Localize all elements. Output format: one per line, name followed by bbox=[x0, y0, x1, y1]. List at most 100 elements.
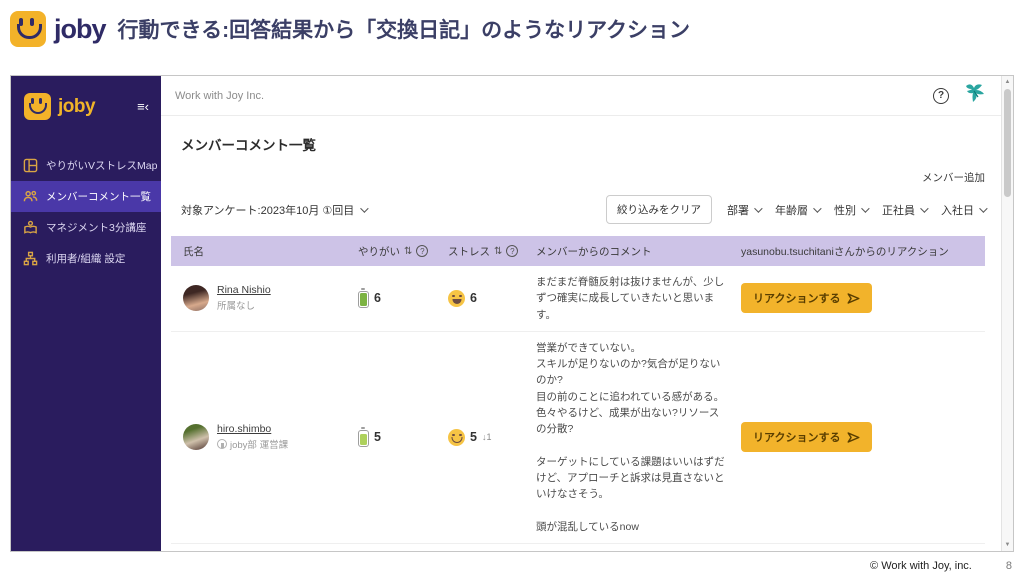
filter-department[interactable]: 部署 bbox=[727, 202, 760, 218]
slide-header: joby 行動できる:回答結果から「交換日記」のようなリアクション bbox=[10, 7, 690, 51]
sidebar-item-yarigai-stress-map[interactable]: やりがいVストレスMap bbox=[11, 150, 161, 181]
reaction-cell: リアクションする bbox=[741, 283, 985, 313]
affiliation-label: 所属なし bbox=[217, 298, 255, 312]
filter-label: 正社員 bbox=[882, 202, 915, 218]
sidebar-item-management-course[interactable]: マネジメント3分講座 bbox=[11, 212, 161, 243]
topbar-actions: ? bbox=[933, 81, 987, 110]
sort-icon[interactable]: ⇅ bbox=[404, 246, 412, 257]
send-icon bbox=[847, 292, 860, 305]
sidebar-item-member-comments[interactable]: メンバーコメント一覧 bbox=[11, 181, 161, 212]
org-icon bbox=[217, 439, 227, 449]
chevron-down-icon bbox=[920, 204, 928, 212]
reaction-cell: リアクションする bbox=[741, 422, 985, 452]
company-name: Work with Joy Inc. bbox=[175, 90, 264, 102]
filter-label: 入社日 bbox=[941, 202, 974, 218]
member-name-link[interactable]: hiro.shimbo bbox=[217, 423, 288, 435]
members-icon bbox=[23, 189, 38, 204]
scroll-down-icon[interactable]: ▼ bbox=[1002, 542, 1013, 548]
filter-label: 部署 bbox=[727, 202, 749, 218]
org-chart-icon bbox=[23, 251, 38, 266]
battery-icon bbox=[358, 430, 369, 447]
filter-age-group[interactable]: 年齢層 bbox=[775, 202, 819, 218]
page-title: メンバーコメント一覧 bbox=[181, 134, 985, 154]
stress-value: 5 bbox=[470, 430, 477, 444]
reaction-button-label: リアクションする bbox=[753, 429, 840, 445]
joby-logo-icon bbox=[24, 93, 51, 120]
sidebar-item-user-org-settings[interactable]: 利用者/組織 設定 bbox=[11, 243, 161, 274]
sidebar: joby ≡‹ やりがいVストレスMap メンバーコメント一覧 マネジメント3 bbox=[11, 76, 161, 551]
copyright: © Work with Joy, inc. bbox=[870, 560, 972, 572]
scroll-up-icon[interactable]: ▲ bbox=[1002, 79, 1013, 85]
scrollbar-thumb[interactable] bbox=[1004, 89, 1011, 197]
stress-emoji-icon bbox=[448, 429, 465, 446]
sidebar-item-label: 利用者/組織 設定 bbox=[46, 251, 125, 266]
clear-filters-button[interactable]: 絞り込みをクリア bbox=[606, 195, 712, 224]
filter-employment[interactable]: 正社員 bbox=[882, 202, 926, 218]
reaction-button-label: リアクションする bbox=[753, 290, 840, 306]
stress-emoji-icon bbox=[448, 290, 465, 307]
meta-row: メンバー追加 bbox=[171, 170, 985, 185]
joby-logo-icon bbox=[10, 11, 46, 47]
sidebar-logo: joby ≡‹ bbox=[11, 76, 161, 150]
filter-join-date[interactable]: 入社日 bbox=[941, 202, 985, 218]
table-header: 氏名 やりがい ⇅ ? ストレス ⇅ ? メンバーからのコメント yasunob… bbox=[171, 236, 985, 266]
help-icon[interactable]: ? bbox=[933, 88, 949, 104]
filter-label: 年齢層 bbox=[775, 202, 808, 218]
col-motivation-label: やりがい bbox=[358, 244, 400, 259]
reaction-button[interactable]: リアクションする bbox=[741, 283, 872, 313]
filter-row: 対象アンケート:2023年10月 ①回目 絞り込みをクリア 部署 年齢層 性 bbox=[171, 195, 985, 224]
filter-label: 性別 bbox=[834, 202, 856, 218]
member-affiliation: joby部 運営課 bbox=[217, 437, 288, 451]
app-screenshot-frame: joby ≡‹ やりがいVストレスMap メンバーコメント一覧 マネジメント3 bbox=[10, 75, 1014, 552]
help-icon[interactable]: ? bbox=[416, 245, 428, 257]
survey-select[interactable]: 対象アンケート:2023年10月 ①回目 bbox=[181, 202, 366, 218]
help-icon[interactable]: ? bbox=[506, 245, 518, 257]
member-comment: まだまだ脊髄反射は抜けませんが、少しずつ確実に成長していきたいと思います。 bbox=[536, 274, 741, 323]
app-topbar: Work with Joy Inc. ? bbox=[161, 76, 1001, 116]
main-area: Work with Joy Inc. ? メンバーコメント一覧 メンバー追加 対… bbox=[161, 76, 1001, 551]
name-cell: Rina Nishio 所属なし bbox=[183, 284, 358, 312]
sidebar-collapse-icon[interactable]: ≡‹ bbox=[137, 100, 149, 113]
motivation-value: 5 bbox=[374, 430, 381, 444]
col-stress: ストレス ⇅ ? bbox=[448, 244, 536, 259]
member-row: Rina Nishio 所属なし 6 6 まだまだ脊髄反射は抜けませんが、少しず… bbox=[171, 266, 985, 332]
stress-delta: ↓1 bbox=[482, 432, 492, 442]
col-comment: メンバーからのコメント bbox=[536, 244, 741, 259]
member-row: yasunobu.tsuchitani Professional Work部・ヘ… bbox=[171, 544, 985, 551]
affiliation-label: joby部 運営課 bbox=[230, 437, 288, 451]
page-number: 8 bbox=[1006, 560, 1012, 572]
motivation-cell: 5 bbox=[358, 428, 448, 447]
slide-footer: © Work with Joy, inc. 8 bbox=[870, 560, 1012, 572]
add-member-link[interactable]: メンバー追加 bbox=[922, 170, 985, 185]
battery-icon bbox=[358, 291, 369, 308]
filter-gender[interactable]: 性別 bbox=[834, 202, 867, 218]
member-row: hiro.shimbo joby部 運営課 5 5 ↓1 営業ができていない。 … bbox=[171, 332, 985, 544]
map-grid-icon bbox=[23, 158, 38, 173]
slide-title: 行動できる:回答結果から「交換日記」のようなリアクション bbox=[118, 14, 691, 44]
course-book-icon bbox=[23, 220, 38, 235]
slide: joby 行動できる:回答結果から「交換日記」のようなリアクション joby ≡… bbox=[0, 0, 1024, 576]
avatar bbox=[183, 285, 209, 311]
joby-wordmark: joby bbox=[54, 14, 106, 45]
chevron-down-icon bbox=[979, 204, 987, 212]
page-content: メンバーコメント一覧 メンバー追加 対象アンケート:2023年10月 ①回目 絞… bbox=[161, 116, 1001, 551]
stress-cell: 5 ↓1 bbox=[448, 429, 536, 446]
stress-cell: 6 bbox=[448, 290, 536, 307]
sidebar-item-label: やりがいVストレスMap bbox=[46, 158, 157, 173]
joby-bird-icon bbox=[963, 81, 987, 110]
name-cell: hiro.shimbo joby部 運営課 bbox=[183, 423, 358, 451]
reaction-button[interactable]: リアクションする bbox=[741, 422, 872, 452]
chevron-down-icon bbox=[813, 204, 821, 212]
chevron-down-icon bbox=[360, 204, 368, 212]
col-stress-label: ストレス bbox=[448, 244, 490, 259]
sidebar-item-label: マネジメント3分講座 bbox=[46, 220, 146, 235]
col-motivation: やりがい ⇅ ? bbox=[358, 244, 448, 259]
survey-select-label: 対象アンケート:2023年10月 ①回目 bbox=[181, 202, 354, 218]
chevron-down-icon bbox=[861, 204, 869, 212]
send-icon bbox=[847, 431, 860, 444]
scrollbar[interactable]: ▲ ▼ bbox=[1001, 76, 1013, 551]
member-comment: 営業ができていない。 スキルが足りないのか?気合が足りないのか? 目の前のことに… bbox=[536, 340, 741, 535]
sort-icon[interactable]: ⇅ bbox=[494, 246, 502, 257]
motivation-value: 6 bbox=[374, 291, 381, 305]
member-name-link[interactable]: Rina Nishio bbox=[217, 284, 271, 296]
